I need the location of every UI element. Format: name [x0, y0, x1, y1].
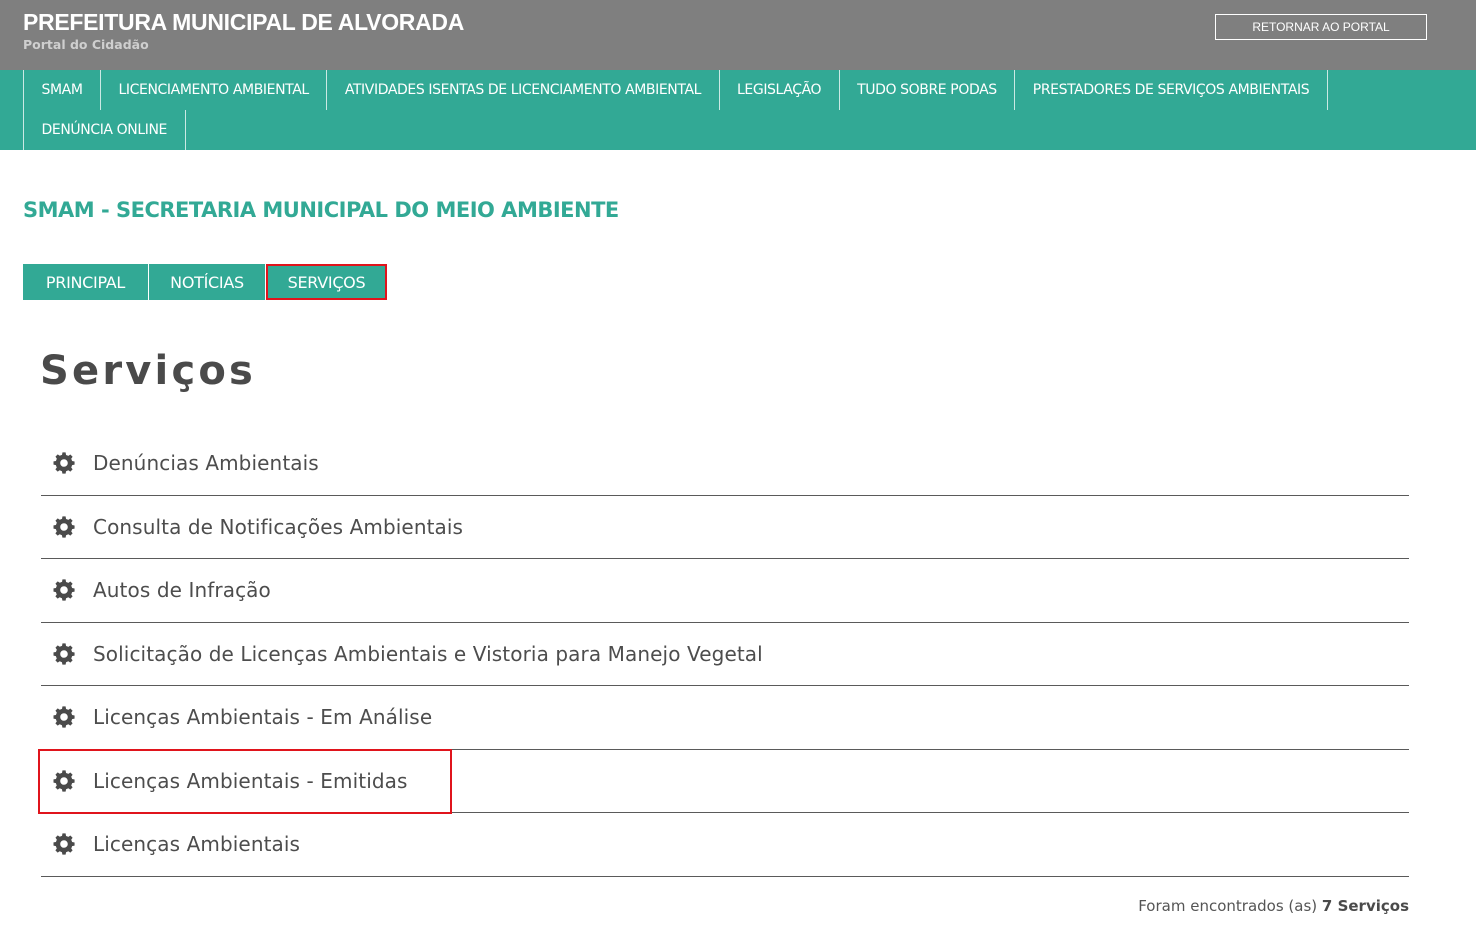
- nav-item-tudo-sobre-podas[interactable]: TUDO SOBRE PODAS: [840, 70, 1016, 110]
- service-item-solicitacao-licencas[interactable]: Solicitação de Licenças Ambientais e Vis…: [41, 623, 1409, 686]
- section-title: SMAM - SECRETARIA MUNICIPAL DO MEIO AMBI…: [23, 198, 619, 222]
- nav-row-2: DENÚNCIA ONLINE: [23, 110, 186, 150]
- top-header: PREFEITURA MUNICIPAL DE ALVORADA Portal …: [0, 0, 1476, 70]
- result-count-value: 7 Serviços: [1321, 897, 1409, 915]
- nav-item-prestadores-servicos[interactable]: PRESTADORES DE SERVIÇOS AMBIENTAIS: [1015, 70, 1328, 110]
- result-count: Foram encontrados (as) 7 Serviços: [1138, 897, 1409, 915]
- service-item-licencas-em-analise[interactable]: Licenças Ambientais - Em Análise: [41, 686, 1409, 750]
- sub-tabs: PRINCIPAL NOTÍCIAS SERVIÇOS: [23, 264, 388, 300]
- service-item-consulta-notificacoes[interactable]: Consulta de Notificações Ambientais: [41, 496, 1409, 559]
- gear-icon: [52, 832, 76, 856]
- gear-icon: [52, 515, 76, 539]
- nav-item-legislacao[interactable]: LEGISLAÇÃO: [720, 70, 840, 110]
- site-title[interactable]: PREFEITURA MUNICIPAL DE ALVORADA: [23, 9, 464, 36]
- service-item-denuncias-ambientais[interactable]: Denúncias Ambientais: [41, 432, 1409, 496]
- service-label: Licenças Ambientais - Emitidas: [93, 768, 408, 793]
- tab-noticias[interactable]: NOTÍCIAS: [149, 264, 265, 300]
- service-item-licencas-emitidas[interactable]: Licenças Ambientais - Emitidas: [41, 750, 1409, 813]
- gear-icon: [52, 769, 76, 793]
- service-list: Denúncias Ambientais Consulta de Notific…: [41, 432, 1409, 877]
- gear-icon: [52, 642, 76, 666]
- service-label: Solicitação de Licenças Ambientais e Vis…: [93, 641, 763, 666]
- service-label: Licenças Ambientais - Em Análise: [93, 705, 433, 730]
- service-label: Autos de Infração: [93, 578, 271, 603]
- service-item-autos-infracao[interactable]: Autos de Infração: [41, 559, 1409, 623]
- gear-icon: [52, 451, 76, 475]
- nav-item-atividades-isentas[interactable]: ATIVIDADES ISENTAS DE LICENCIAMENTO AMBI…: [327, 70, 720, 110]
- nav-row-1: SMAM LICENCIAMENTO AMBIENTAL ATIVIDADES …: [23, 70, 1328, 110]
- service-label: Licenças Ambientais: [93, 832, 301, 857]
- service-label: Denúncias Ambientais: [93, 451, 319, 476]
- service-item-licencas-ambientais[interactable]: Licenças Ambientais: [41, 813, 1409, 877]
- site-subtitle: Portal do Cidadão: [23, 37, 149, 52]
- gear-icon: [52, 578, 76, 602]
- nav-item-denuncia-online[interactable]: DENÚNCIA ONLINE: [24, 110, 186, 150]
- tab-servicos[interactable]: SERVIÇOS: [266, 264, 387, 300]
- main-nav: SMAM LICENCIAMENTO AMBIENTAL ATIVIDADES …: [0, 70, 1476, 150]
- service-label: Consulta de Notificações Ambientais: [93, 514, 464, 539]
- return-to-portal-button[interactable]: RETORNAR AO PORTAL: [1215, 14, 1427, 40]
- gear-icon: [52, 705, 76, 729]
- nav-item-smam[interactable]: SMAM: [24, 70, 102, 110]
- result-count-prefix: Foram encontrados (as): [1138, 897, 1318, 915]
- nav-item-licenciamento-ambiental[interactable]: LICENCIAMENTO AMBIENTAL: [101, 70, 328, 110]
- page-title: Serviços: [40, 348, 257, 394]
- tab-principal[interactable]: PRINCIPAL: [23, 264, 148, 300]
